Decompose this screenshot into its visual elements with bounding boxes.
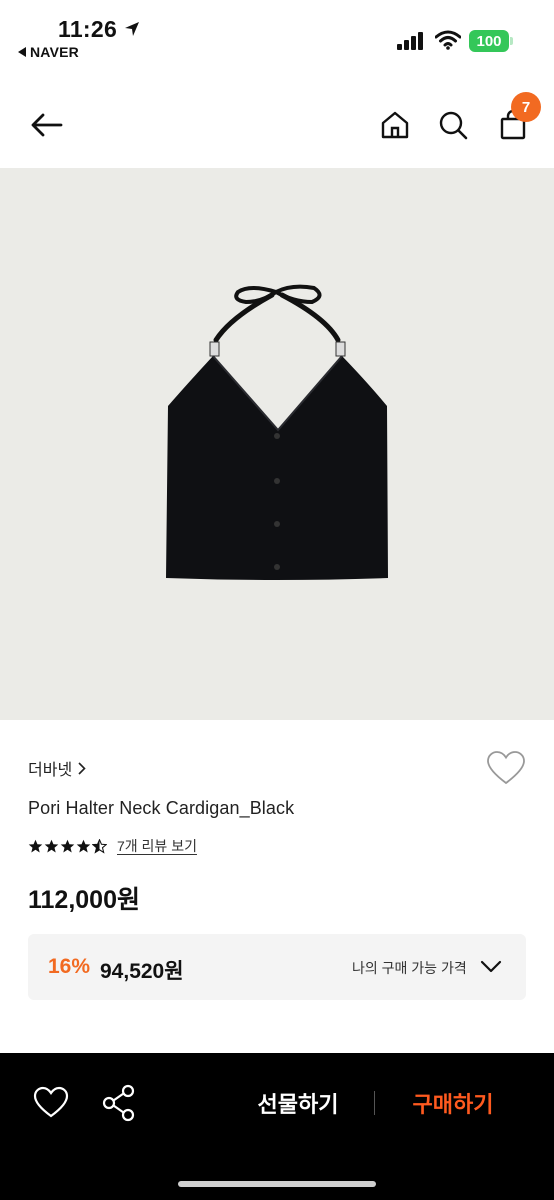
my-price-label: 나의 구매 가능 가격 — [352, 960, 467, 976]
battery-indicator: 100 — [469, 30, 509, 52]
product-image[interactable] — [0, 168, 554, 720]
battery-tip — [510, 37, 513, 45]
search-button[interactable] — [433, 105, 473, 145]
review-link[interactable]: 7개 리뷰 보기 — [117, 836, 197, 856]
back-arrow-icon — [31, 113, 63, 137]
home-button[interactable] — [375, 105, 415, 145]
product-name: Pori Halter Neck Cardigan_Black — [28, 798, 295, 818]
home-icon — [381, 111, 409, 139]
status-time: 11:26 — [58, 16, 118, 42]
chevron-down-icon — [480, 960, 502, 973]
location-arrow-icon — [125, 22, 139, 36]
wishlist-heart-icon[interactable] — [486, 750, 526, 786]
back-to-app-link[interactable]: NAVER — [18, 44, 79, 60]
button-divider — [374, 1091, 375, 1115]
discount-price: 94,520원 — [100, 960, 184, 983]
status-bar: 11:26 NAVER 100 — [0, 0, 554, 64]
back-app-label: NAVER — [30, 44, 79, 60]
wifi-icon — [435, 30, 461, 50]
cellular-signal-icon — [397, 32, 423, 50]
rating-row: 7개 리뷰 보기 — [28, 836, 197, 856]
star-rating — [28, 838, 107, 854]
halter-top-image — [166, 284, 388, 580]
original-price: 112,000원 — [28, 886, 140, 914]
star-icon — [60, 839, 75, 852]
chevron-right-icon — [78, 761, 86, 775]
discount-rate: 16% — [48, 955, 91, 978]
bottom-action-bar: 선물하기 구매하기 — [0, 1053, 554, 1200]
star-icon — [28, 839, 43, 852]
my-price-box[interactable]: 16% 94,520원 나의 구매 가능 가격 — [28, 934, 526, 1000]
back-triangle-icon — [18, 47, 26, 57]
back-button[interactable] — [26, 105, 66, 145]
home-indicator — [178, 1181, 376, 1187]
cart-count-badge: 7 — [511, 92, 541, 122]
star-icon — [44, 839, 59, 852]
share-icon[interactable] — [100, 1083, 138, 1123]
heart-icon[interactable] — [32, 1085, 70, 1121]
buy-button[interactable]: 구매하기 — [395, 1087, 511, 1119]
brand-name: 더바넷 — [28, 762, 73, 779]
star-icon — [76, 839, 91, 852]
search-icon — [439, 111, 468, 140]
gift-button[interactable]: 선물하기 — [240, 1087, 356, 1119]
brand-link[interactable]: 더바넷 — [28, 756, 86, 780]
top-nav — [0, 90, 554, 162]
star-half-icon — [92, 838, 107, 854]
